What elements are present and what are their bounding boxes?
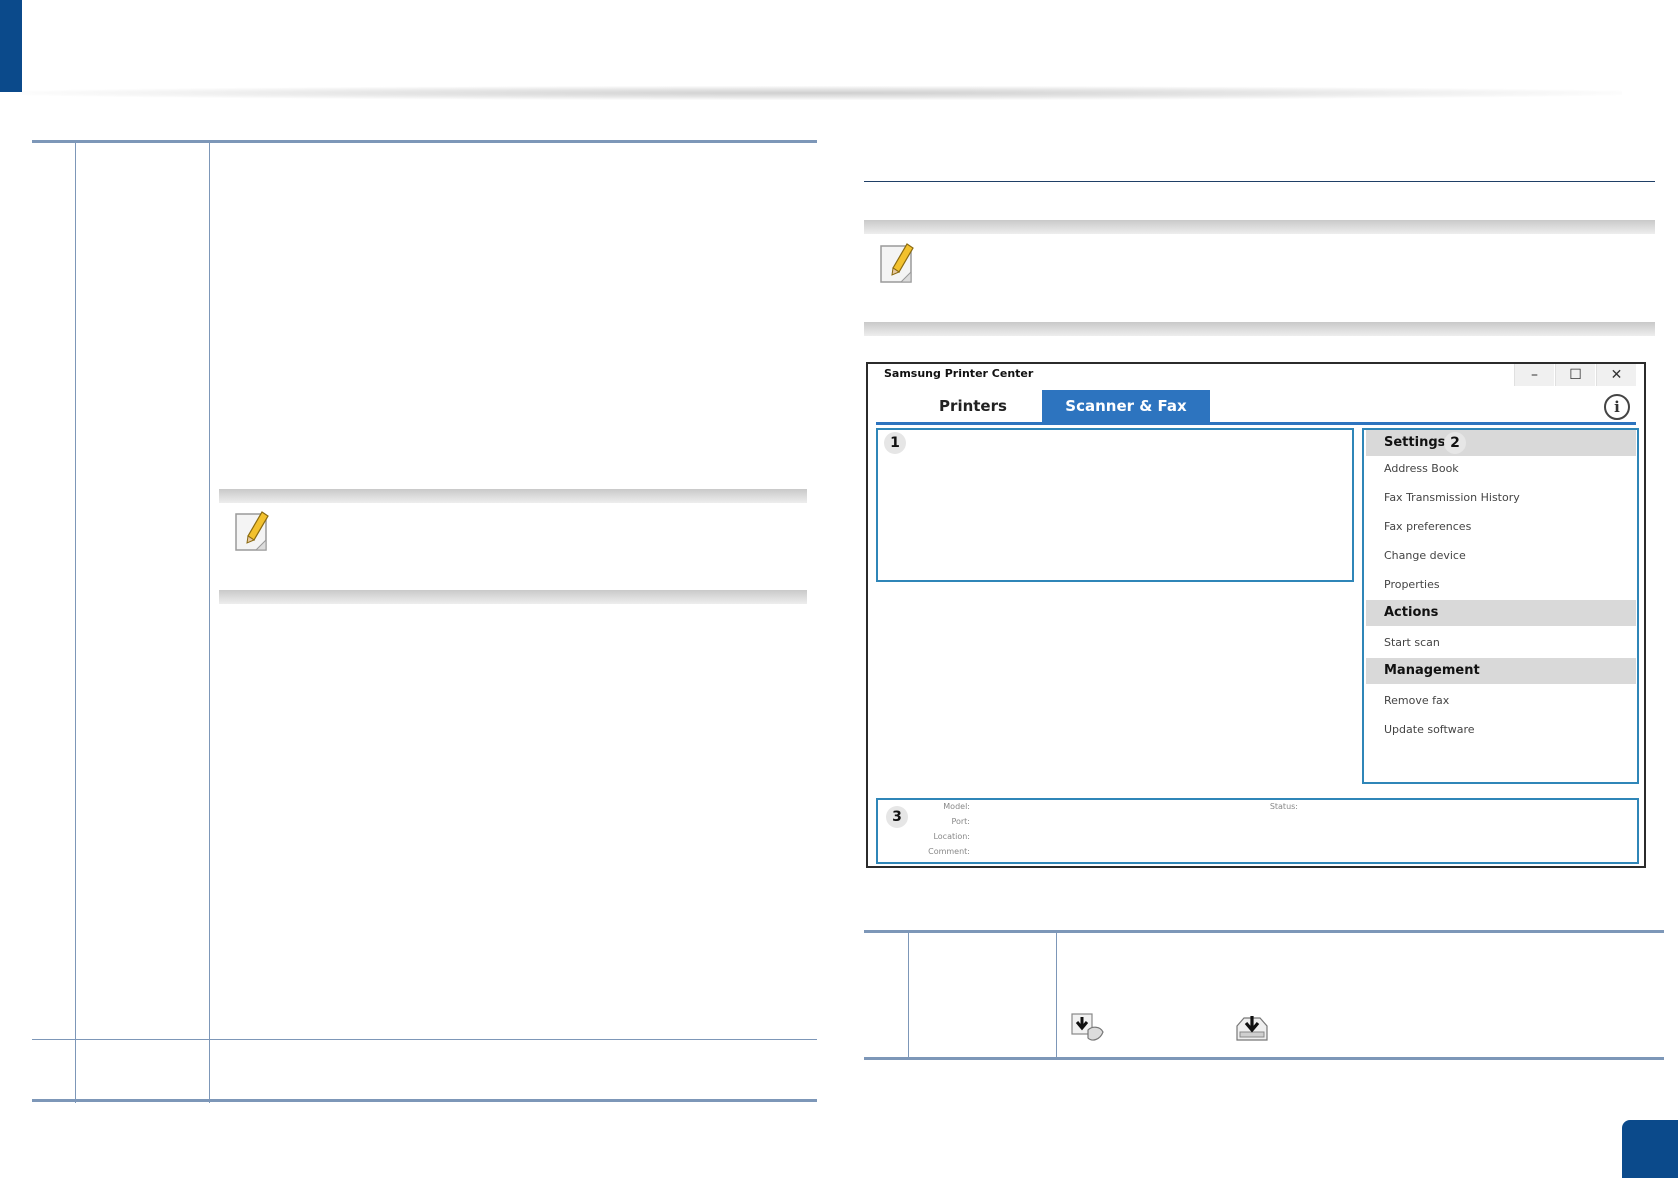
callout-2: 2 [1444, 432, 1466, 454]
status-label: Status: [1269, 802, 1298, 811]
page-number-box [1622, 1120, 1678, 1178]
right-note-top-bar [864, 220, 1655, 234]
left-table-row-divider [32, 1039, 817, 1040]
right-note-bottom-bar [864, 322, 1655, 336]
left-note-top-bar [219, 489, 807, 503]
scan-download-icon [1236, 1016, 1268, 1041]
right-table-col-divider-1 [908, 933, 909, 1057]
model-label: Model: [943, 802, 970, 811]
left-note-bottom-bar [219, 590, 807, 604]
close-button[interactable]: ✕ [1596, 364, 1636, 386]
left-table-col-divider-1 [75, 143, 76, 1103]
menu-item-remove-fax[interactable]: Remove fax [1384, 694, 1449, 707]
minimize-button[interactable]: – [1514, 364, 1554, 386]
menu-item-address-book[interactable]: Address Book [1384, 462, 1459, 475]
right-table-bottom-rule [864, 1057, 1664, 1060]
samsung-printer-center-window: Samsung Printer Center – ☐ ✕ Printers Sc… [866, 362, 1646, 868]
management-header: Management [1366, 658, 1636, 684]
fax-download-icon [1071, 1013, 1104, 1041]
menu-item-change-device[interactable]: Change device [1384, 549, 1466, 562]
right-table-top-rule [864, 930, 1664, 933]
note-pencil-icon [235, 511, 269, 551]
tab-printers[interactable]: Printers [898, 390, 1048, 422]
actions-header: Actions [1366, 600, 1636, 626]
section-heading-rule [864, 181, 1655, 182]
device-info-panel: 3 Model: Port: Location: Comment: Status… [876, 798, 1639, 864]
window-title: Samsung Printer Center [884, 367, 1034, 380]
left-table-top-rule [32, 140, 817, 143]
port-label: Port: [951, 817, 970, 826]
menu-item-fax-transmission-history[interactable]: Fax Transmission History [1384, 491, 1520, 504]
note-pencil-icon [880, 243, 914, 283]
maximize-button[interactable]: ☐ [1555, 364, 1595, 386]
comment-label: Comment: [928, 847, 970, 856]
menu-item-properties[interactable]: Properties [1384, 578, 1440, 591]
callout-1: 1 [884, 432, 906, 454]
location-label: Location: [933, 832, 970, 841]
options-sidebar: Settings 2 Address Book Fax Transmission… [1362, 428, 1639, 784]
chapter-tab-marker [0, 0, 22, 92]
tab-underline [876, 422, 1636, 425]
info-icon[interactable]: i [1604, 394, 1630, 420]
menu-item-start-scan[interactable]: Start scan [1384, 636, 1440, 649]
menu-item-fax-preferences[interactable]: Fax preferences [1384, 520, 1471, 533]
header-divider [22, 86, 1622, 100]
tab-scanner-fax[interactable]: Scanner & Fax [1042, 390, 1210, 422]
right-table-col-divider-2 [1056, 933, 1057, 1057]
menu-item-update-software[interactable]: Update software [1384, 723, 1475, 736]
left-table-bottom-rule [32, 1099, 817, 1102]
device-list-panel: 1 [876, 428, 1354, 582]
left-table-col-divider-2 [209, 143, 210, 1103]
settings-header: Settings [1366, 430, 1636, 456]
